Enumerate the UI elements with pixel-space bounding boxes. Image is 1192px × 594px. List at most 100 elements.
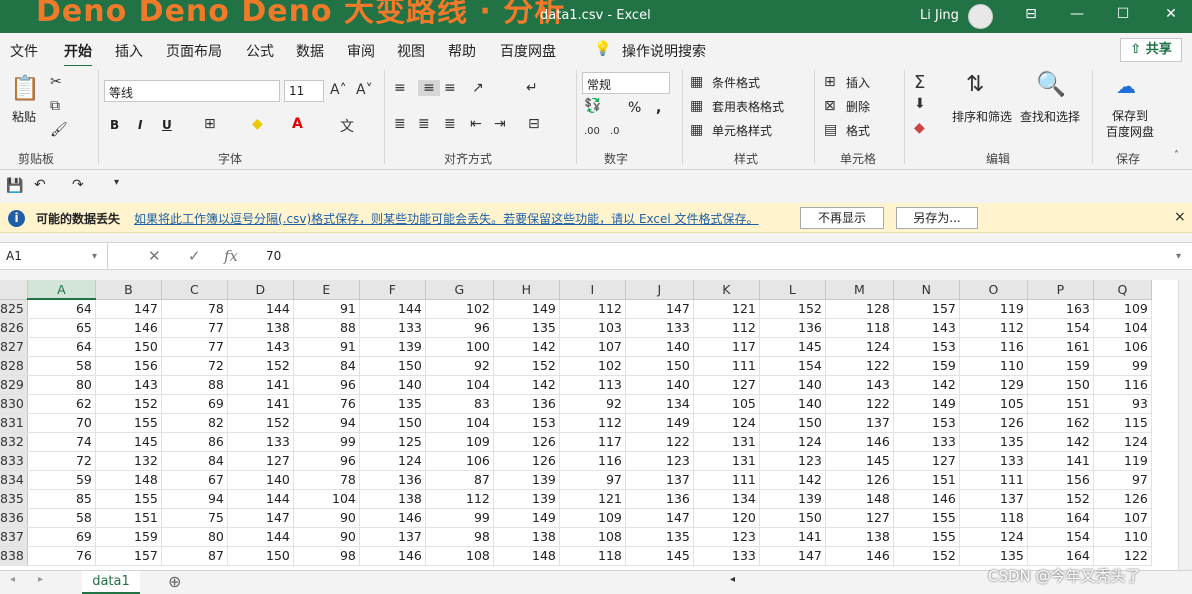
cell[interactable]: 107 (1093, 508, 1152, 528)
cell[interactable]: 155 (893, 527, 960, 547)
cell[interactable]: 99 (425, 508, 494, 528)
row-header[interactable]: 833 (0, 451, 28, 471)
format-cells-button[interactable]: 格式 (846, 122, 870, 139)
formula-input[interactable]: 70 (266, 249, 281, 263)
cell[interactable]: 127 (893, 451, 960, 471)
cell[interactable]: 139 (359, 337, 426, 357)
cell[interactable]: 127 (693, 375, 760, 395)
cell[interactable]: 104 (1093, 318, 1152, 338)
cell[interactable]: 136 (759, 318, 826, 338)
cell[interactable]: 133 (893, 432, 960, 452)
cell[interactable]: 157 (893, 299, 960, 319)
tab-formulas[interactable]: 公式 (246, 41, 274, 61)
save-to-baidu-button[interactable]: 保存到 百度网盘 (1104, 108, 1156, 140)
cell[interactable]: 150 (95, 337, 162, 357)
cell[interactable]: 104 (425, 375, 494, 395)
cell[interactable]: 87 (161, 546, 228, 566)
paste-button[interactable]: 粘贴 (12, 108, 36, 125)
undo-icon[interactable]: ↶ (34, 177, 46, 193)
cell[interactable]: 131 (693, 432, 760, 452)
select-all-corner[interactable] (0, 280, 28, 300)
cell[interactable]: 94 (293, 413, 360, 433)
cell[interactable]: 92 (425, 356, 494, 376)
row-header[interactable]: 832 (0, 432, 28, 452)
delete-cells-button[interactable]: 删除 (846, 98, 870, 115)
cell-styles-button[interactable]: 单元格样式 (712, 122, 772, 139)
cell[interactable]: 100 (425, 337, 494, 357)
row-header[interactable]: 827 (0, 337, 28, 357)
save-icon[interactable]: 💾 (6, 178, 23, 194)
cell[interactable]: 156 (95, 356, 162, 376)
tab-baidu-netdisk[interactable]: 百度网盘 (500, 41, 556, 61)
cell[interactable]: 133 (625, 318, 694, 338)
column-header-h[interactable]: H (493, 280, 560, 300)
avatar[interactable] (968, 4, 993, 29)
cell[interactable]: 98 (425, 527, 494, 547)
worksheet-grid[interactable]: ABCDEFGHIJKLMNOPQ 825 64 147 78 144 91 144 102 1… (0, 280, 1178, 570)
cell[interactable]: 116 (1093, 375, 1152, 395)
next-sheet-icon[interactable]: ▸ (38, 574, 43, 585)
cell[interactable]: 105 (959, 394, 1028, 414)
cell[interactable]: 78 (161, 299, 228, 319)
cell[interactable]: 159 (1027, 356, 1094, 376)
cell[interactable]: 111 (693, 470, 760, 490)
cell[interactable]: 109 (425, 432, 494, 452)
fill-icon[interactable]: ⬇ (914, 96, 926, 112)
name-box-dropdown-icon[interactable]: ▾ (92, 251, 97, 262)
column-header-b[interactable]: B (95, 280, 162, 300)
cell[interactable]: 90 (293, 527, 360, 547)
percent-button[interactable]: % (628, 100, 641, 116)
cell[interactable]: 106 (1093, 337, 1152, 357)
cell[interactable]: 126 (493, 451, 560, 471)
user-name[interactable]: Li Jing (920, 8, 959, 23)
cell[interactable]: 149 (493, 299, 560, 319)
cell[interactable]: 151 (1027, 394, 1094, 414)
conditional-format-button[interactable]: 条件格式 (712, 74, 760, 91)
cell[interactable]: 80 (27, 375, 96, 395)
align-middle-icon[interactable]: ≡ (418, 80, 440, 96)
increase-indent-icon[interactable]: ⇥ (494, 116, 506, 132)
tab-home[interactable]: 开始 (64, 41, 92, 68)
share-button[interactable]: ⇧ 共享 (1120, 38, 1182, 62)
column-header-m[interactable]: M (825, 280, 894, 300)
number-format-select[interactable]: 常规 (582, 72, 670, 94)
format-as-table-button[interactable]: 套用表格格式 (712, 98, 784, 115)
sort-filter-button[interactable]: 排序和筛选 (952, 108, 1012, 125)
cell[interactable]: 70 (27, 413, 96, 433)
comma-button[interactable]: , (656, 100, 661, 116)
cell[interactable]: 97 (1093, 470, 1152, 490)
format-cells-icon[interactable]: ▤ (824, 122, 837, 138)
cell[interactable]: 148 (493, 546, 560, 566)
cell[interactable]: 139 (493, 470, 560, 490)
cell[interactable]: 126 (825, 470, 894, 490)
cell[interactable]: 147 (625, 508, 694, 528)
cell[interactable]: 126 (959, 413, 1028, 433)
cell[interactable]: 152 (95, 394, 162, 414)
cell[interactable]: 124 (1093, 432, 1152, 452)
cell[interactable]: 62 (27, 394, 96, 414)
cell[interactable]: 122 (625, 432, 694, 452)
cell[interactable]: 149 (893, 394, 960, 414)
cell[interactable]: 106 (425, 451, 494, 471)
cell[interactable]: 152 (759, 299, 826, 319)
cell[interactable]: 142 (759, 470, 826, 490)
cell[interactable]: 124 (959, 527, 1028, 547)
cell[interactable]: 78 (293, 470, 360, 490)
column-header-g[interactable]: G (425, 280, 494, 300)
redo-icon[interactable]: ↷ (72, 177, 84, 193)
tab-view[interactable]: 视图 (397, 41, 425, 61)
cell[interactable]: 109 (1093, 299, 1152, 319)
cell[interactable]: 108 (425, 546, 494, 566)
minimize-button[interactable]: — (1066, 6, 1088, 26)
fill-color-icon[interactable]: ◆ (252, 116, 263, 132)
cell[interactable]: 77 (161, 337, 228, 357)
cell[interactable]: 109 (559, 508, 626, 528)
cell[interactable]: 135 (625, 527, 694, 547)
insert-cells-button[interactable]: 插入 (846, 74, 870, 91)
cell[interactable]: 153 (893, 337, 960, 357)
cell[interactable]: 86 (161, 432, 228, 452)
cell[interactable]: 151 (893, 470, 960, 490)
cell[interactable]: 137 (359, 527, 426, 547)
tab-insert[interactable]: 插入 (115, 41, 143, 61)
cell[interactable]: 145 (759, 337, 826, 357)
